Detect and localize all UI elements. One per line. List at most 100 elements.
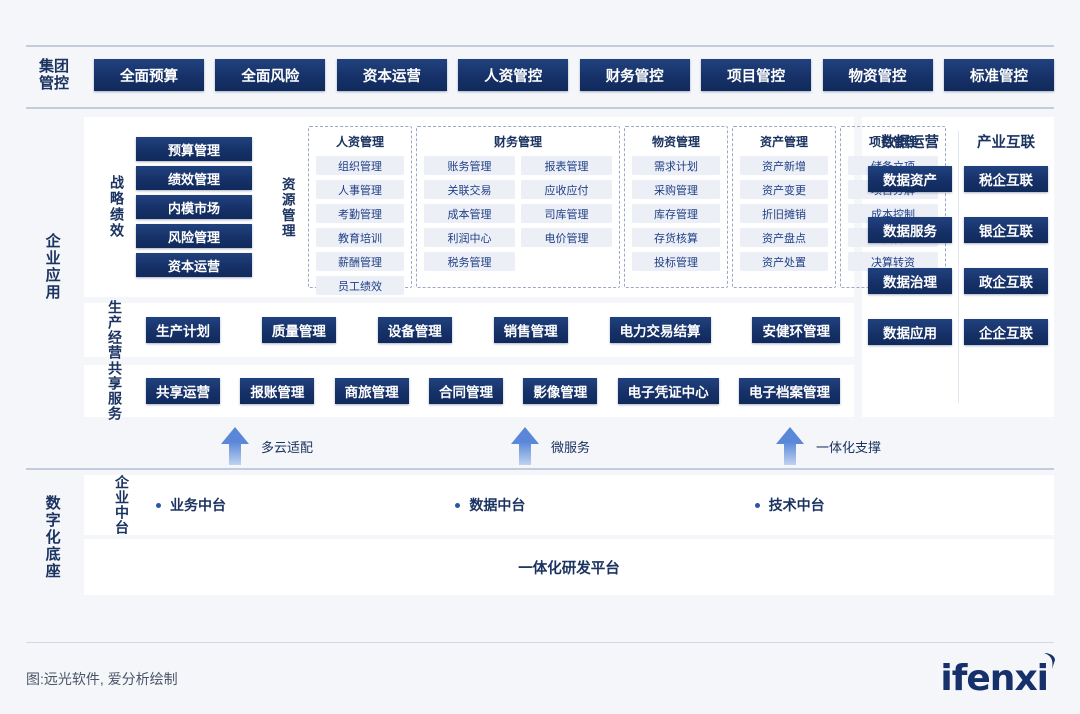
group-control-label-line1: 集团	[38, 57, 69, 75]
middle-platform-label: 企业中台	[98, 475, 146, 535]
source-credit: 图:远光软件, 爱分析绘制	[26, 671, 178, 687]
strategy-performance-label: 战略绩效	[109, 175, 126, 239]
data-operations-item[interactable]: 数据资产	[868, 166, 952, 192]
middle-platform-item[interactable]: 业务中台	[156, 495, 455, 515]
right-columns: 数据运营 数据资产 数据服务 数据治理 数据应用 产业互联 税企互联 银企互联 …	[862, 117, 1054, 417]
shared-item[interactable]: 电子凭证中心	[617, 378, 719, 404]
arrow-label: 一体化支撑	[816, 439, 882, 455]
shared-item[interactable]: 报账管理	[240, 378, 315, 404]
up-arrow-icon	[776, 427, 804, 465]
production-item[interactable]: 生产计划	[146, 317, 220, 343]
resource-cell[interactable]: 税务管理	[424, 252, 515, 271]
logo-swoosh-icon	[1044, 653, 1055, 669]
resource-cell[interactable]: 采购管理	[632, 180, 720, 199]
production-operations-items: 生产计划 质量管理 设备管理 销售管理 电力交易结算 安健环管理	[136, 317, 854, 343]
resource-cell[interactable]: 教育培训	[316, 228, 404, 247]
shared-item[interactable]: 共享运营	[146, 378, 220, 404]
strategy-performance-items: 预算管理 绩效管理 内模市场 风险管理 资本运营	[134, 137, 262, 277]
data-operations-title: 数据运营	[881, 135, 939, 151]
strategy-item[interactable]: 绩效管理	[136, 166, 252, 190]
shared-item[interactable]: 电子档案管理	[738, 378, 840, 404]
industry-link-item[interactable]: 政企互联	[964, 268, 1048, 294]
resource-cell[interactable]: 考勤管理	[316, 204, 404, 223]
middle-platform-row: 企业中台 业务中台 数据中台 技术中台	[84, 475, 1054, 535]
resource-cell[interactable]: 账务管理	[424, 156, 515, 175]
integrated-rd-platform[interactable]: 一体化研发平台	[84, 539, 1054, 595]
resource-cell[interactable]: 电价管理	[521, 228, 612, 247]
bullet-icon	[156, 502, 161, 508]
resource-cell[interactable]: 员工绩效	[316, 276, 404, 295]
shared-item[interactable]: 合同管理	[428, 378, 503, 404]
strategy-performance-group: 战略绩效 预算管理 绩效管理 内模市场 风险管理 资本运营	[84, 117, 262, 297]
industry-link-item[interactable]: 银企互联	[964, 217, 1048, 243]
footer-divider	[26, 642, 1054, 643]
label-line1: 生产经营	[107, 300, 124, 360]
strategy-item[interactable]: 资本运营	[136, 253, 252, 277]
resource-cell[interactable]: 存货核算	[632, 228, 720, 247]
resource-cell[interactable]: 库存管理	[632, 204, 720, 223]
resource-cell[interactable]: 司库管理	[521, 204, 612, 223]
resource-cell[interactable]: 折旧摊销	[740, 204, 828, 223]
shared-item[interactable]: 商旅管理	[334, 378, 409, 404]
group-control-item[interactable]: 资本运营	[336, 59, 447, 91]
resource-cell[interactable]: 成本管理	[424, 204, 515, 223]
industry-link-item[interactable]: 企企互联	[964, 319, 1048, 345]
resource-cell[interactable]: 人事管理	[316, 180, 404, 199]
arrow-group-microservice: 微服务	[511, 423, 590, 469]
group-control-item[interactable]: 全面风险	[215, 59, 326, 91]
data-operations-item[interactable]: 数据应用	[868, 319, 952, 345]
resource-cell[interactable]: 资产处置	[740, 252, 828, 271]
resource-management-label: 资源管理	[279, 177, 295, 239]
architecture-diagram: 集团 管控 全面预算 全面风险 资本运营 人资管控 财务管控 项目管控 物资管控…	[0, 0, 1080, 714]
resource-cell[interactable]: 资产盘点	[740, 228, 828, 247]
group-control-label-line2: 管控	[38, 75, 69, 92]
strategy-item[interactable]: 内模市场	[136, 195, 252, 219]
resource-cell[interactable]: 组织管理	[316, 156, 404, 175]
digital-foundation-label: 数字化底座	[43, 495, 61, 580]
item-label: 技术中台	[768, 497, 825, 513]
resource-cell[interactable]: 利润中心	[424, 228, 515, 247]
resource-management-group: 资源管理 人资管理 组织管理 人事管理 考勤管理 教育培训 薪酬管理 员工绩效	[262, 122, 946, 295]
digital-foundation-divider	[26, 468, 1054, 470]
resource-cell[interactable]: 关联交易	[424, 180, 515, 199]
middle-platform-item[interactable]: 数据中台	[455, 495, 754, 515]
resource-cell[interactable]: 报表管理	[521, 156, 612, 175]
label-line1: 共享服务	[107, 361, 124, 421]
resource-cell[interactable]: 资产变更	[740, 180, 828, 199]
data-operations-item[interactable]: 数据治理	[868, 268, 952, 294]
production-item[interactable]: 质量管理	[261, 317, 336, 343]
strategy-item[interactable]: 预算管理	[136, 137, 252, 161]
group-control-item[interactable]: 标准管控	[943, 59, 1054, 91]
bullet-icon	[754, 502, 760, 508]
group-control-item[interactable]: 项目管控	[701, 59, 812, 91]
production-item[interactable]: 设备管理	[377, 317, 452, 343]
resource-cell[interactable]: 投标管理	[632, 252, 720, 271]
shared-item[interactable]: 影像管理	[523, 378, 598, 404]
production-item[interactable]: 安健环管理	[752, 317, 840, 343]
group-control-divider	[26, 107, 1054, 109]
up-arrow-icon	[221, 427, 249, 465]
group-control-item[interactable]: 人资管控	[458, 59, 569, 91]
middle-platform-items: 业务中台 数据中台 技术中台	[146, 495, 1054, 515]
resource-cell[interactable]: 资产新增	[740, 156, 828, 175]
resource-cell[interactable]: 应收应付	[521, 180, 612, 199]
middle-platform-item[interactable]: 技术中台	[754, 495, 1054, 515]
arrow-group-multicloud: 多云适配	[221, 423, 313, 469]
up-arrow-icon	[511, 427, 539, 465]
strategy-item[interactable]: 风险管理	[136, 224, 252, 248]
group-control-item[interactable]: 财务管控	[579, 59, 690, 91]
resource-cell[interactable]: 薪酬管理	[316, 252, 404, 271]
item-label: 业务中台	[170, 497, 226, 513]
shared-services-row: 共享服务 共享运营 报账管理 商旅管理 合同管理 影像管理 电子凭证中心 电子档…	[84, 361, 854, 421]
bullet-icon	[455, 502, 461, 508]
resource-cell[interactable]: 需求计划	[632, 156, 720, 175]
group-control-item[interactable]: 物资管控	[822, 59, 933, 91]
production-item[interactable]: 销售管理	[493, 317, 568, 343]
enterprise-application-band: 企业应用 战略绩效 预算管理 绩效管理 内模市场 风险管理 资本运营 资源管理 …	[26, 117, 1054, 421]
arrow-group-integrated-support: 一体化支撑	[776, 423, 881, 469]
group-control-item[interactable]: 全面预算	[94, 59, 204, 91]
item-label: 数据中台	[469, 497, 526, 513]
industry-link-item[interactable]: 税企互联	[964, 166, 1048, 192]
data-operations-item[interactable]: 数据服务	[868, 217, 952, 243]
production-item[interactable]: 电力交易结算	[609, 317, 711, 343]
